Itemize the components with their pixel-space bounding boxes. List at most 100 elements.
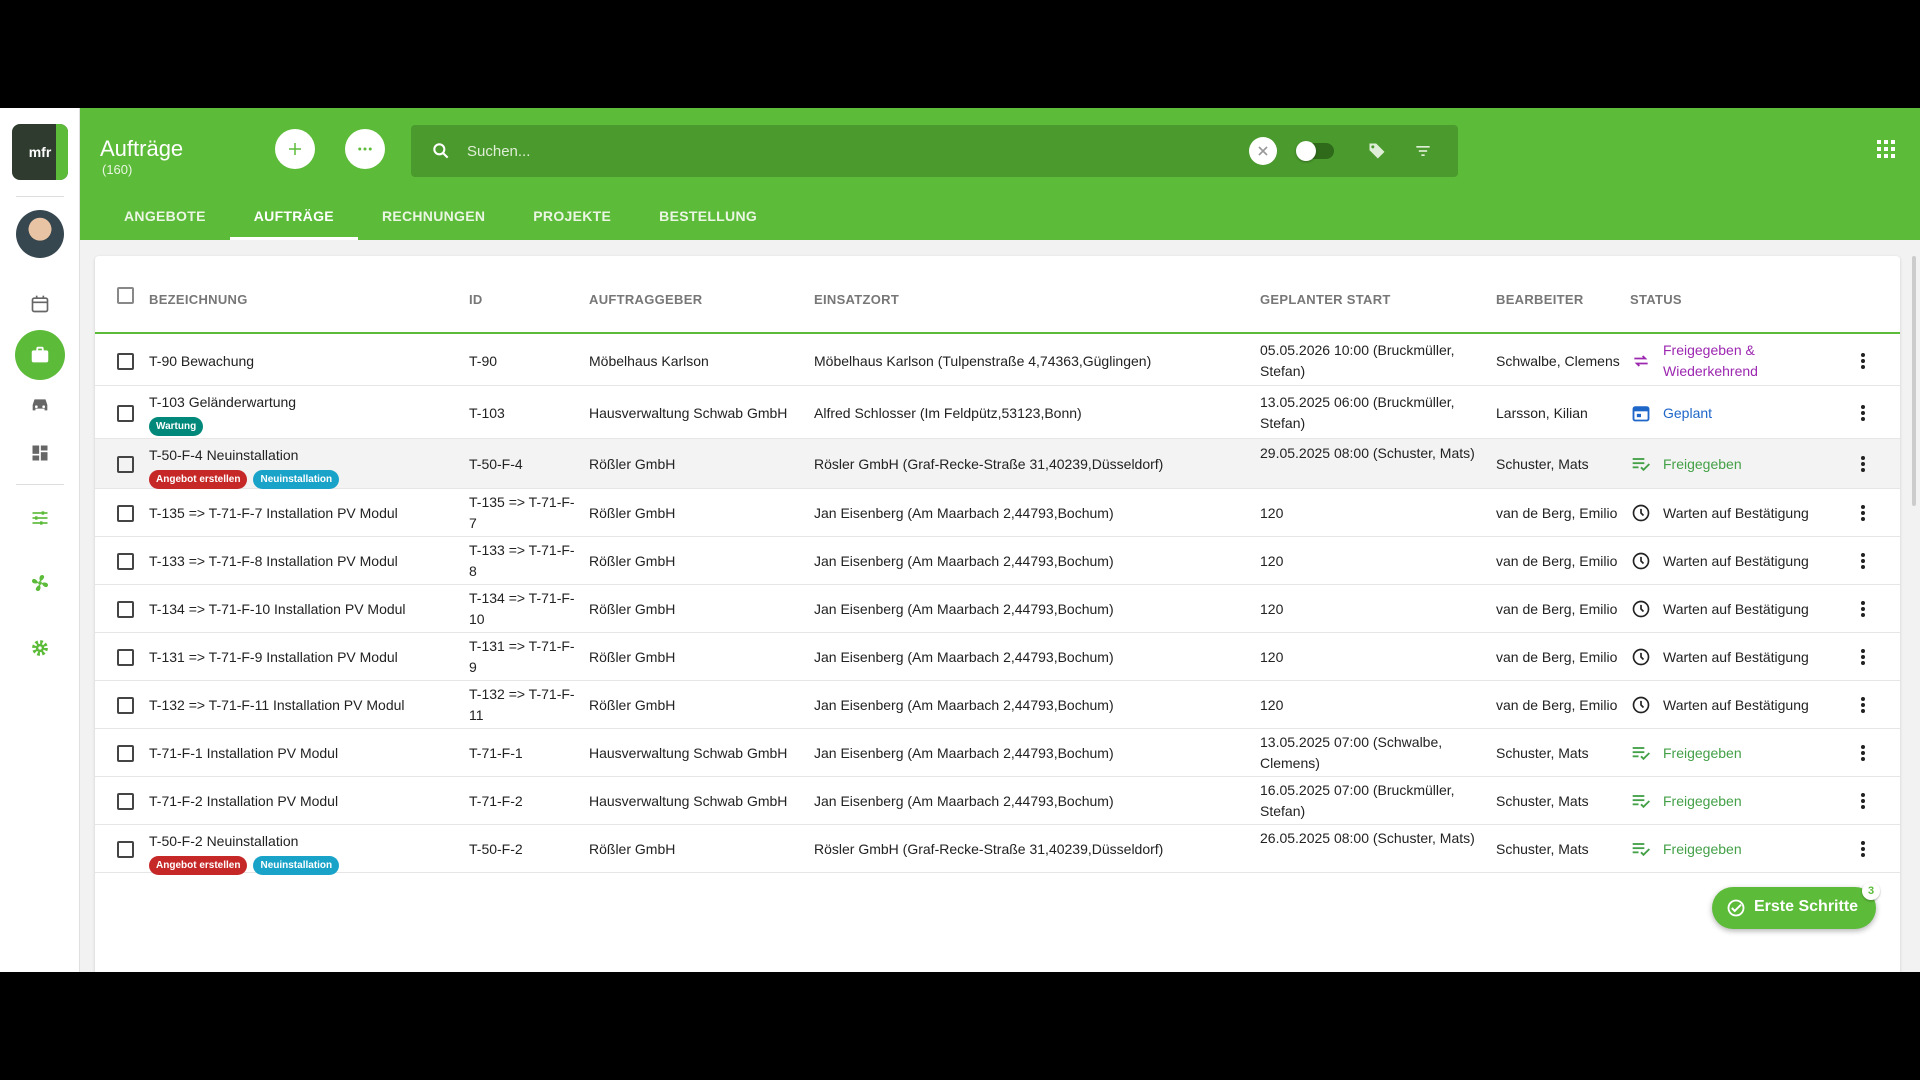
row-name: T-50-F-2 Neuinstallation [149,833,299,849]
row-menu-icon[interactable] [1859,839,1867,859]
row-client: Rößler GmbH [589,505,676,521]
row-client: Möbelhaus Karlson [589,353,709,369]
row-menu-icon[interactable] [1859,695,1867,715]
table-row[interactable]: T-133 => T-71-F-8 Installation PV Modul T… [95,537,1900,585]
row-menu-icon[interactable] [1859,647,1867,667]
row-status: Freigegeben [1663,745,1742,761]
column-header-einsatzort[interactable]: EINSATZORT [814,292,899,307]
row-checkbox[interactable] [117,745,134,762]
row-start: 29.05.2025 08:00 (Schuster, Mats) [1260,445,1475,461]
row-name: T-103 Geländerwartung [149,394,297,410]
table-row[interactable]: T-71-F-1 Installation PV Modul T-71-F-1 Ha… [95,729,1900,777]
settings-gear-icon[interactable] [20,628,60,668]
car-nav-icon[interactable] [20,384,60,424]
column-header-bezeichnung[interactable]: BEZEICHNUNG [149,292,248,307]
briefcase-nav-icon[interactable] [15,330,65,380]
row-checkbox[interactable] [117,649,134,666]
row-checkbox[interactable] [117,697,134,714]
table-row[interactable]: T-135 => T-71-F-7 Installation PV Modul T… [95,489,1900,537]
apps-grid-icon[interactable] [1877,140,1895,158]
add-button[interactable] [275,129,315,169]
tab-angebote[interactable]: ANGEBOTE [100,188,230,240]
row-menu-icon[interactable] [1859,351,1867,371]
tag-badge: Angebot erstellen [149,856,248,875]
sliders-nav-icon[interactable] [20,498,60,538]
row-checkbox[interactable] [117,601,134,618]
more-actions-button[interactable] [345,129,385,169]
tab-rechnungen[interactable]: RECHNUNGEN [358,188,509,240]
row-checkbox[interactable] [117,505,134,522]
calendar-icon [1630,402,1652,424]
fan-nav-icon[interactable] [20,563,60,603]
table-row[interactable]: T-103 Geländerwartung Wartung T-103 Hausver… [95,386,1900,439]
row-id: T-131 => T-71-F-9 [469,638,575,675]
row-id: T-134 => T-71-F-10 [469,590,575,627]
column-header-auftraggeber[interactable]: AUFTRAGGEBER [589,292,702,307]
row-location: Jan Eisenberg (Am Maarbach 2,44793,Bochu… [814,745,1114,761]
row-checkbox[interactable] [117,553,134,570]
row-menu-icon[interactable] [1859,791,1867,811]
column-header-status[interactable]: STATUS [1630,292,1682,307]
row-badges: Angebot erstellen Neuinstallation [149,467,345,489]
row-status: Warten auf Bestätigung [1663,601,1809,617]
filter-toggle[interactable] [1296,141,1334,161]
row-menu-icon[interactable] [1859,551,1867,571]
user-avatar[interactable] [16,210,64,258]
row-menu-icon[interactable] [1859,454,1867,474]
dashboard-nav-icon[interactable] [20,433,60,473]
table-row[interactable]: T-134 => T-71-F-10 Installation PV Modul… [95,585,1900,633]
table-row[interactable]: T-50-F-2 Neuinstallation Angebot erstelle… [95,825,1900,875]
row-start: 120 [1260,505,1284,521]
row-menu-icon[interactable] [1859,599,1867,619]
row-menu-icon[interactable] [1859,503,1867,523]
table-row[interactable]: T-90 Bewachung T-90 Möbelhaus Karlson Möbel… [95,336,1900,386]
row-client: Rößler GmbH [589,649,676,665]
row-assignee: van de Berg, Emilio [1496,505,1618,521]
table-row[interactable]: T-131 => T-71-F-9 Installation PV Modul T… [95,633,1900,681]
clear-search-button[interactable] [1249,137,1277,165]
row-name: T-71-F-2 Installation PV Modul [149,793,339,809]
row-location: Rösler GmbH (Graf-Recke-Straße 31,40239,… [814,456,1164,472]
row-checkbox[interactable] [117,404,134,422]
table-row[interactable]: T-50-F-4 Neuinstallation Angebot erstelle… [95,439,1900,489]
row-name: T-132 => T-71-F-11 Installation PV Modul [149,697,405,713]
row-assignee: van de Berg, Emilio [1496,553,1618,569]
tab-bestellung[interactable]: BESTELLUNG [635,188,781,240]
row-assignee: Schuster, Mats [1496,841,1589,857]
row-checkbox[interactable] [117,456,134,473]
checklist-icon [1630,453,1652,475]
tag-badge: Wartung [149,417,204,436]
row-status: Freigegeben [1663,841,1742,857]
tag-icon[interactable] [1367,141,1387,161]
row-client: Rößler GmbH [589,601,676,617]
app-logo[interactable]: mfr [12,124,68,180]
row-menu-icon[interactable] [1859,403,1867,423]
column-header-id[interactable]: ID [469,292,483,307]
tab-aufträge[interactable]: AUFTRÄGE [229,188,359,240]
row-checkbox[interactable] [117,841,134,858]
table-row[interactable]: T-132 => T-71-F-11 Installation PV Modul… [95,681,1900,729]
clock-icon [1630,694,1652,716]
row-location: Jan Eisenberg (Am Maarbach 2,44793,Bochu… [814,505,1114,521]
more-horizontal-icon [358,147,372,151]
tab-projekte[interactable]: PROJEKTE [509,188,635,240]
column-header-bearbeiter[interactable]: BEARBEITER [1496,292,1584,307]
row-location: Jan Eisenberg (Am Maarbach 2,44793,Bochu… [814,649,1114,665]
scrollbar[interactable] [1912,256,1916,506]
row-name: T-134 => T-71-F-10 Installation PV Modul [149,601,406,617]
table-row[interactable]: T-71-F-2 Installation PV Modul T-71-F-2 Ha… [95,777,1900,825]
row-id: T-50-F-2 [469,841,523,857]
search-input[interactable] [467,139,1167,163]
clock-icon [1630,550,1652,572]
calendar-nav-icon[interactable] [20,284,60,324]
left-rail: mfr [0,108,80,972]
select-all-checkbox[interactable] [117,287,134,304]
row-checkbox[interactable] [117,353,134,370]
row-checkbox[interactable] [117,793,134,810]
getting-started-button[interactable]: Erste Schritte [1712,887,1876,929]
row-menu-icon[interactable] [1859,743,1867,763]
checklist-icon [1630,838,1652,860]
column-header-geplanter-start[interactable]: GEPLANTER START [1260,292,1391,307]
filter-icon[interactable] [1413,141,1433,161]
row-name: T-71-F-1 Installation PV Modul [149,745,339,761]
